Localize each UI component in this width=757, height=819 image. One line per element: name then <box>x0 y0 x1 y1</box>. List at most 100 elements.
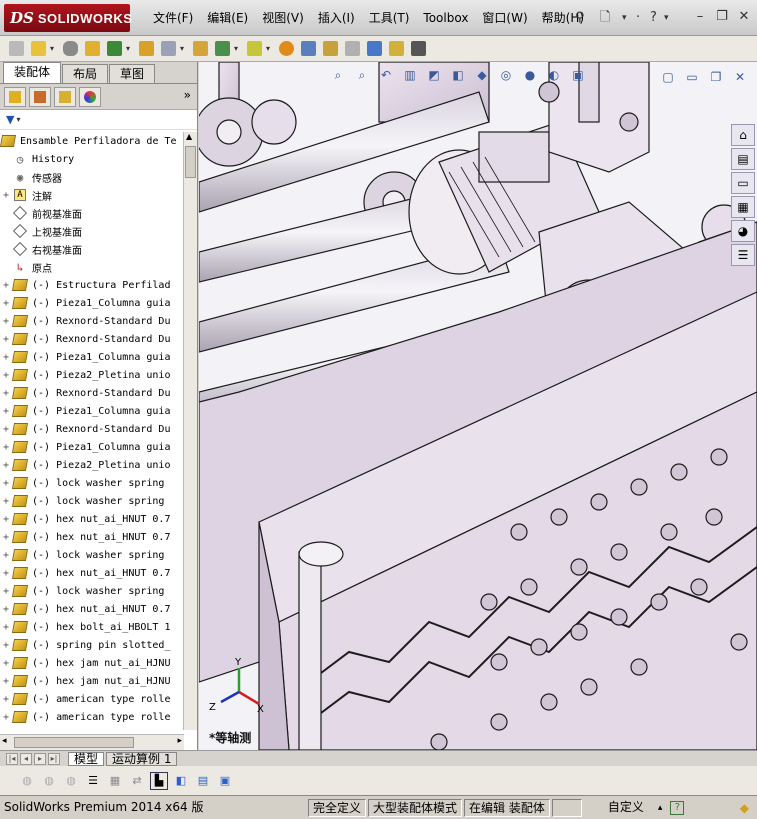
tree-item[interactable]: + (-) Pieza2_Pletina unio <box>0 456 184 474</box>
custom-properties-icon[interactable]: ☰ <box>731 244 755 266</box>
tree-item[interactable]: ◷ History <box>0 150 184 168</box>
expand-toggle[interactable]: + <box>0 424 12 435</box>
tree-item[interactable]: + (-) Estructura Perfilad <box>0 276 184 294</box>
exploded-view-icon[interactable] <box>320 39 340 59</box>
status-units[interactable]: 自定义 <box>584 799 648 817</box>
tab-model[interactable]: 模型 <box>68 751 105 766</box>
save-animation-icon[interactable]: ▣ <box>216 772 234 790</box>
design-library-icon[interactable]: ▤ <box>731 148 755 170</box>
expand-toggle[interactable]: + <box>0 568 12 579</box>
view-palette-icon[interactable]: ▦ <box>731 196 755 218</box>
expand-toggle[interactable]: + <box>0 442 12 453</box>
display-style-icon[interactable]: ◆ <box>473 66 491 84</box>
expand-toggle[interactable]: + <box>0 622 12 633</box>
menu-tools[interactable]: 工具(T) <box>362 9 417 27</box>
expand-toggle[interactable]: + <box>0 532 12 543</box>
expand-toggle[interactable]: + <box>0 694 12 705</box>
scrollbar-thumb[interactable] <box>14 737 134 748</box>
zoom-to-area-icon[interactable]: ⌕ <box>353 66 371 84</box>
tree-item[interactable]: + (-) hex nut_ai_HNUT 0.7 <box>0 510 184 528</box>
scroll-up-icon[interactable]: ▲ <box>186 132 192 141</box>
insert-component-icon[interactable] <box>6 39 26 59</box>
minimize-icon[interactable]: – <box>691 8 709 26</box>
tree-item[interactable]: + (-) Rexnord-Standard Du <box>0 312 184 330</box>
restore-icon[interactable]: ❐ <box>713 8 731 26</box>
tree-horizontal-scrollbar[interactable]: ◂ ▸ <box>0 734 184 750</box>
help-dropdown-icon[interactable]: ▾ <box>664 8 669 28</box>
appearances-icon[interactable]: ◕ <box>731 220 755 242</box>
stop-icon[interactable]: ◍ <box>62 772 80 790</box>
prev-tab-icon[interactable]: ◂ <box>20 752 32 765</box>
menu-toolbox[interactable]: Toolbox <box>416 9 475 27</box>
scroll-left-icon[interactable]: ◂ <box>2 736 7 746</box>
tree-item[interactable]: 上视基准面 <box>0 222 184 240</box>
first-tab-icon[interactable]: |◂ <box>6 752 18 765</box>
rebuild-tag-icon[interactable]: ◆ <box>740 801 749 815</box>
tree-item[interactable]: ◉ 传感器 <box>0 168 184 186</box>
viewport-close-icon[interactable]: ✕ <box>731 68 749 86</box>
expand-toggle[interactable]: + <box>0 298 12 309</box>
scrollbar-thumb[interactable] <box>185 146 196 178</box>
configuration-manager-icon[interactable] <box>54 86 76 107</box>
chart-icon[interactable]: ▙ <box>150 771 168 790</box>
expand-toggle[interactable]: + <box>0 586 12 597</box>
tree-item[interactable]: + (-) Pieza1_Columna guia <box>0 294 184 312</box>
tree-item[interactable]: + (-) Rexnord-Standard Du <box>0 330 184 348</box>
expand-panel-icon[interactable]: » <box>184 88 191 102</box>
expand-toggle[interactable]: + <box>0 478 12 489</box>
tree-item[interactable]: + (-) Pieza1_Columna guia <box>0 348 184 366</box>
pattern-icon[interactable] <box>104 39 124 59</box>
pin-icon[interactable]: ⚲ <box>575 8 585 28</box>
move-component-icon[interactable] <box>136 39 156 59</box>
expand-toggle[interactable]: + <box>0 514 12 525</box>
apply-scene-icon[interactable]: ◐ <box>545 66 563 84</box>
zoom-to-fit-icon[interactable]: ⌕ <box>329 66 347 84</box>
expand-toggle[interactable]: + <box>0 640 12 651</box>
close-icon[interactable]: ✕ <box>735 8 753 26</box>
new-document-icon[interactable]: 🗋 <box>600 8 610 28</box>
cube-icon[interactable]: ◧ <box>172 772 190 790</box>
tree-item[interactable]: + (-) Rexnord-Standard Du <box>0 384 184 402</box>
tree-item[interactable]: + (-) hex nut_ai_HNUT 0.7 <box>0 564 184 582</box>
expand-toggle[interactable]: + <box>0 712 12 723</box>
viewport-minimize-icon[interactable]: ▭ <box>683 68 701 86</box>
expand-toggle[interactable]: + <box>0 316 12 327</box>
tree-item[interactable]: + (-) hex jam nut_ai_HJNU <box>0 672 184 690</box>
clearance-verification-icon[interactable] <box>386 39 406 59</box>
play-icon[interactable]: ◍ <box>40 772 58 790</box>
tab-sketch[interactable]: 草图 <box>109 64 156 83</box>
tree-item[interactable]: + (-) lock washer spring <box>0 474 184 492</box>
tree-item[interactable]: 前视基准面 <box>0 204 184 222</box>
list-icon[interactable]: ☰ <box>84 772 102 790</box>
tree-item[interactable]: + (-) lock washer spring <box>0 582 184 600</box>
expand-toggle[interactable]: + <box>0 406 12 417</box>
table-icon[interactable]: ▤ <box>194 772 212 790</box>
dropdown-icon[interactable]: ▾ <box>266 44 274 53</box>
tree-item[interactable]: + (-) spring pin slotted_ <box>0 636 184 654</box>
expand-toggle[interactable]: + <box>0 676 12 687</box>
grid-icon[interactable]: ▦ <box>106 772 124 790</box>
interference-detection-icon[interactable] <box>364 39 384 59</box>
mate-icon[interactable] <box>82 39 102 59</box>
expand-toggle[interactable]: + <box>0 352 12 363</box>
tree-item[interactable]: + (-) hex bolt_ai_HBOLT 1 <box>0 618 184 636</box>
paperclip-icon[interactable] <box>60 39 80 59</box>
status-help-icon[interactable]: ? <box>670 800 685 815</box>
new-dropdown-icon[interactable]: ▾ <box>622 8 627 28</box>
scroll-right-icon[interactable]: ▸ <box>177 736 182 746</box>
expand-toggle[interactable]: + <box>0 496 12 507</box>
assembly-features-icon[interactable] <box>212 39 232 59</box>
dynamic-annotation-icon[interactable]: ◩ <box>425 66 443 84</box>
tree-filter[interactable]: ▼ ▾ <box>0 110 197 130</box>
calculate-icon[interactable]: ◍ <box>18 772 36 790</box>
graphics-area[interactable]: Y X Z ⌕ ⌕ ↶ ▥ ◩ ◧ ◆ ◎ ● ◐ ▣ ▢ ▭ ❐ ✕ ⌂ ▤ <box>199 62 757 750</box>
viewport-split-icon[interactable]: ▢ <box>659 68 677 86</box>
next-tab-icon[interactable]: ▸ <box>34 752 46 765</box>
tree-item[interactable]: + (-) Pieza2_Pletina unio <box>0 366 184 384</box>
tree-item[interactable]: ↳ 原点 <box>0 258 184 276</box>
tree-item[interactable]: + (-) american type rolle <box>0 708 184 726</box>
tab-assembly[interactable]: 装配体 <box>3 62 62 83</box>
tree-root[interactable]: Ensamble Perfiladora de Te <box>0 132 184 150</box>
units-dropdown-icon[interactable]: ▴ <box>658 803 663 813</box>
tree-item[interactable]: + (-) hex nut_ai_HNUT 0.7 <box>0 528 184 546</box>
